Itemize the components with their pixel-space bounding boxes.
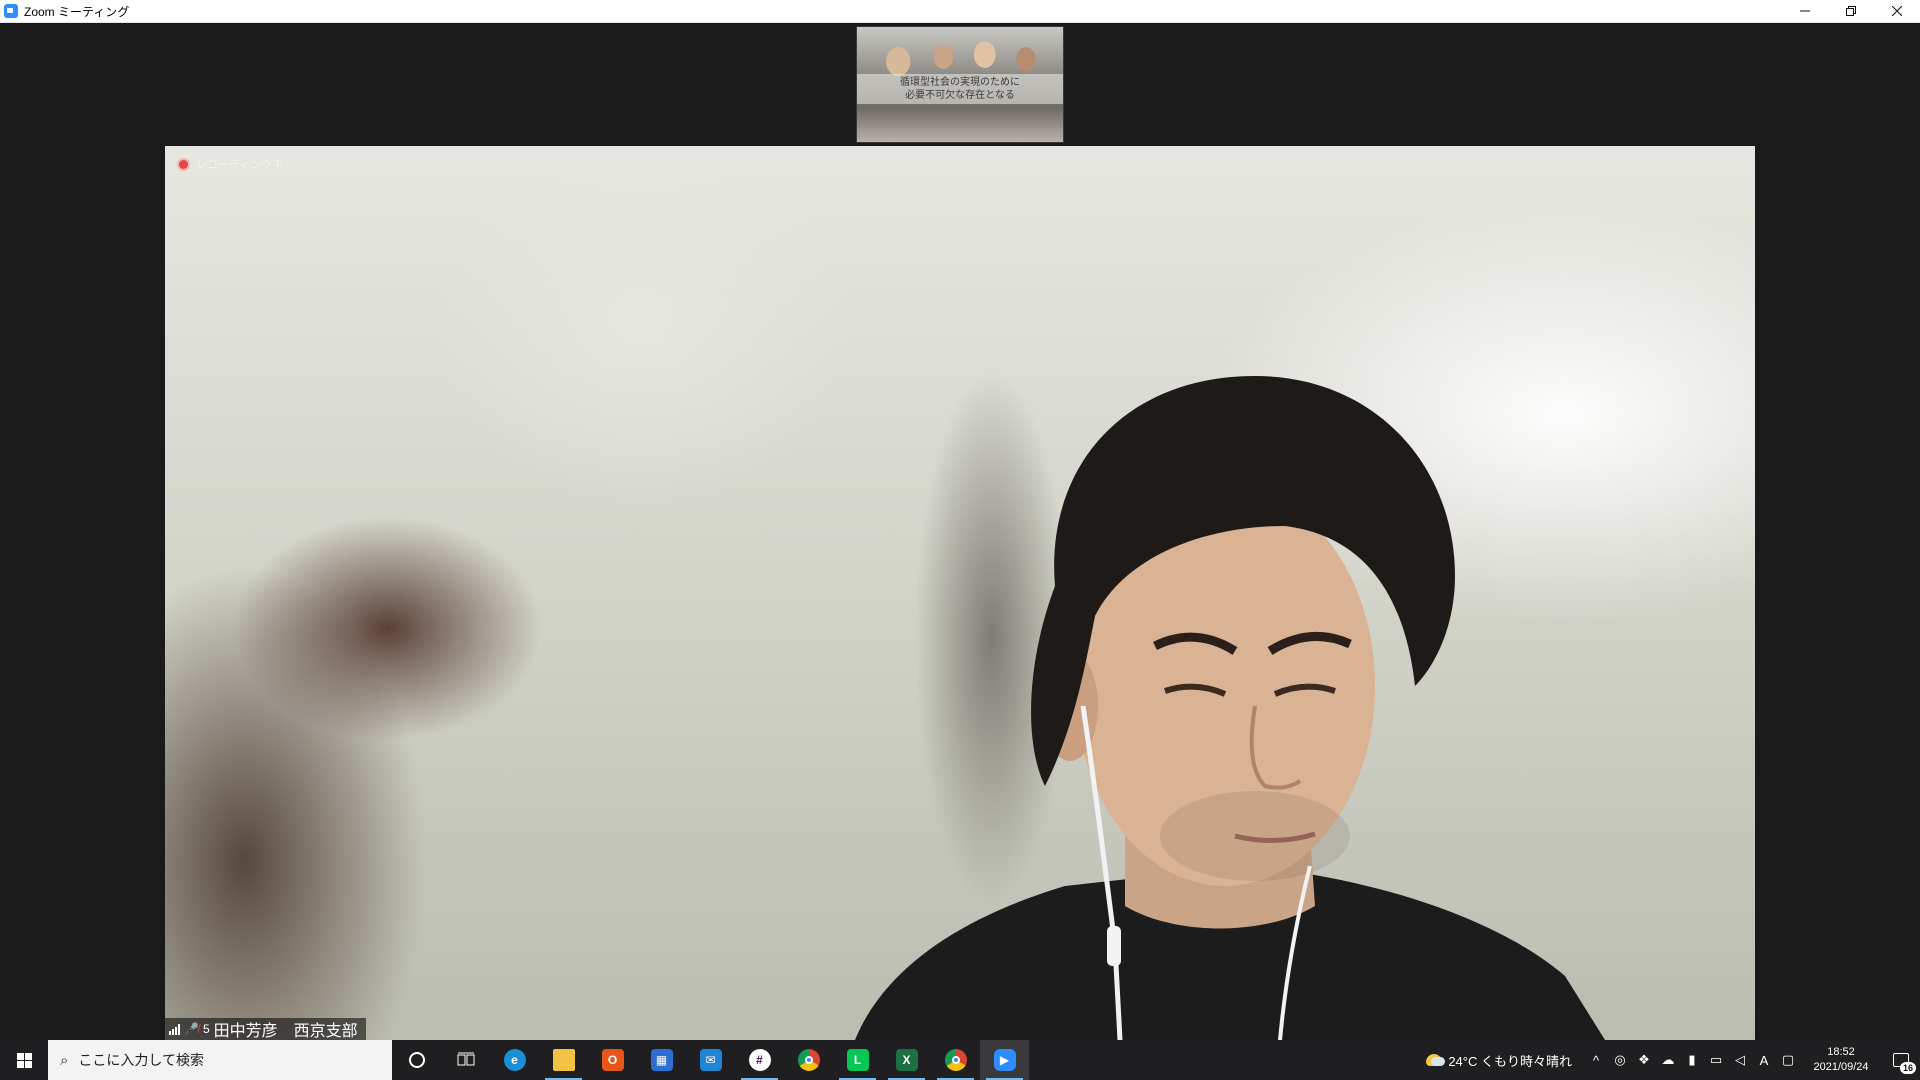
taskbar-app-line[interactable]: L [833,1040,882,1080]
chrome-icon [797,1049,820,1071]
taskbar-app-file-explorer[interactable] [539,1040,588,1080]
weather-widget[interactable]: 24°C くもり時々晴れ [1414,1051,1584,1070]
chrome-profile-icon [944,1049,967,1071]
dropbox-icon[interactable]: ❖ [1632,1052,1656,1068]
notification-center-button[interactable]: 16 [1882,1040,1920,1080]
zoom-icon: ▶ [993,1049,1016,1071]
task-view-button[interactable] [441,1040,490,1080]
search-placeholder: ここに入力して検索 [78,1052,204,1068]
start-button[interactable] [0,1040,48,1080]
ime-pad-icon[interactable]: ▢ [1776,1052,1800,1068]
participant-name: 田中芳彦 西京支部 [213,1023,358,1040]
taskbar-app-chrome-profile[interactable] [931,1040,980,1080]
zoom-app-icon [4,4,18,18]
active-speaker-video[interactable]: レコーディング中 🎤̸ 5 田中芳彦 西京支部 [165,146,1755,1040]
thumbnail-caption-line2: 必要不可欠な存在となる [905,90,1015,101]
slack-icon: # [748,1049,771,1071]
muted-microphone-icon: 🎤̸ [184,1022,199,1036]
edge-icon: e [503,1049,526,1071]
shared-screen-thumbnail[interactable]: 循環型社会の実現のために 必要不可欠な存在となる [856,26,1064,143]
taskbar-app-store[interactable]: ▦ [637,1040,686,1080]
mail-icon: ✉ [699,1049,722,1071]
clock-date: 2021/09/24 [1813,1061,1869,1073]
clock-time: 18:52 [1827,1046,1855,1058]
close-button[interactable] [1874,0,1920,23]
taskbar-app-excel[interactable]: X [882,1040,931,1080]
partly-cloudy-icon [1426,1054,1446,1066]
microphone-icon[interactable]: ▮ [1680,1052,1704,1068]
restore-icon [1846,6,1856,16]
notification-count: 16 [1899,1062,1916,1074]
search-icon: ⌕ [60,1051,69,1069]
volume-icon[interactable]: ◁ [1728,1052,1752,1068]
signal-strength-icon [169,1023,180,1035]
taskbar-app-edge[interactable]: e [490,1040,539,1080]
onedrive-icon[interactable]: ☁ [1656,1052,1680,1068]
store-icon: ▦ [650,1049,673,1071]
taskbar-app-zoom[interactable]: ▶ [980,1040,1029,1080]
restore-button[interactable] [1828,0,1874,23]
recording-indicator: レコーディング中 [177,156,283,172]
ime-indicator[interactable]: A [1752,1053,1776,1068]
cortana-icon [408,1052,425,1068]
participant-name-tag: 🎤̸ 5 田中芳彦 西京支部 [165,1018,366,1040]
minimize-button[interactable] [1782,0,1828,23]
task-view-icon [457,1052,474,1066]
speaker-figure [855,376,1605,1040]
record-dot-icon [177,157,190,171]
window-titlebar: Zoom ミーティング [0,0,1920,23]
minimize-icon [1800,10,1810,12]
thumbnail-caption-line1: 循環型社会の実現のために [900,77,1020,88]
show-hidden-icons-chevron-icon[interactable]: ^ [1584,1053,1608,1068]
taskbar-app-slack[interactable]: # [735,1040,784,1080]
cortana-button[interactable] [392,1040,441,1080]
system-tray: 24°C くもり時々晴れ ^ ◎ ❖ ☁ ▮ ▭ ◁ A ▢ 18:52 202… [1414,1040,1920,1080]
line-icon: L [846,1049,869,1071]
network-icon[interactable]: ▭ [1704,1052,1728,1068]
window-title: Zoom ミーティング [24,4,130,19]
taskbar-app-chrome[interactable] [784,1040,833,1080]
taskbar-app-office[interactable]: O [588,1040,637,1080]
taskbar-search[interactable]: ⌕ ここに入力して検索 [48,1040,392,1080]
taskbar-clock[interactable]: 18:52 2021/09/24 [1800,1045,1882,1075]
meeting-stage: 循環型社会の実現のために 必要不可欠な存在となる レコーディング中 🎤̸ 5 田… [0,23,1920,1040]
windows-taskbar: ⌕ ここに入力して検索 e O ▦ ✉ # L X ▶ 24°C くもり時々晴れ… [0,1040,1920,1080]
windows-logo-icon [16,1052,32,1068]
folder-icon [552,1049,575,1071]
participant-number: 5 [202,1022,210,1036]
excel-icon: X [895,1049,918,1071]
weather-text: 24°C くもり時々晴れ [1448,1053,1572,1069]
taskbar-app-mail[interactable]: ✉ [686,1040,735,1080]
recording-label: レコーディング中 [196,159,284,171]
camera-icon[interactable]: ◎ [1608,1052,1632,1068]
close-icon [1892,6,1902,16]
office-icon: O [601,1049,624,1071]
thumbnail-caption: 循環型社会の実現のために 必要不可欠な存在となる [857,74,1063,104]
